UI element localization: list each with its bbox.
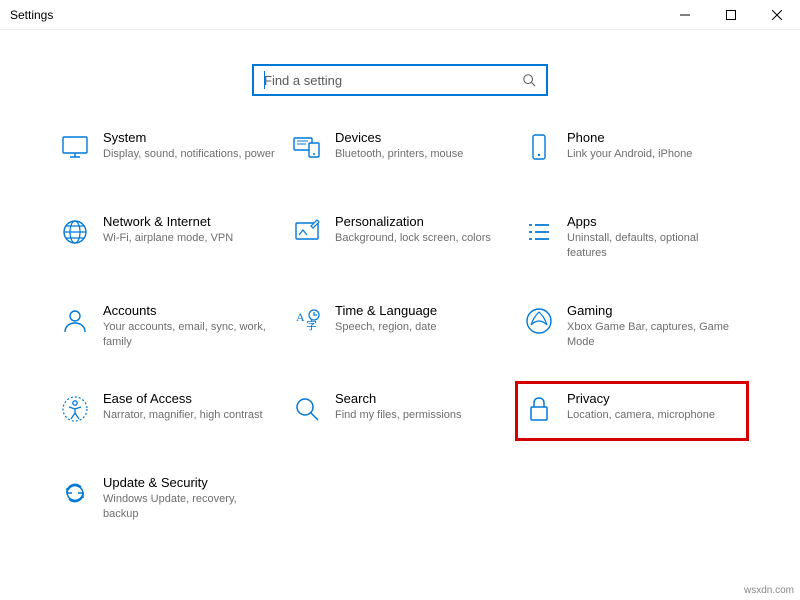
system-icon <box>57 130 93 166</box>
tile-title: Network & Internet <box>103 214 275 229</box>
tile-sub: Display, sound, notifications, power <box>103 147 275 162</box>
maximize-button[interactable] <box>708 0 754 29</box>
tile-sub: Your accounts, email, sync, work, family <box>103 320 275 350</box>
tile-time[interactable]: A字 Time & Language Speech, region, date <box>285 295 515 356</box>
personalization-icon <box>289 214 325 250</box>
tile-search[interactable]: Search Find my files, permissions <box>285 383 515 439</box>
phone-icon <box>521 130 557 166</box>
tile-title: Personalization <box>335 214 507 229</box>
tile-sub: Location, camera, microphone <box>567 408 739 423</box>
search-tile-icon <box>289 391 325 427</box>
settings-grid: System Display, sound, notifications, po… <box>0 122 800 528</box>
ease-of-access-icon <box>57 391 93 427</box>
gaming-icon <box>521 303 557 339</box>
tile-title: Time & Language <box>335 303 507 318</box>
tile-gaming[interactable]: Gaming Xbox Game Bar, captures, Game Mod… <box>517 295 747 356</box>
time-language-icon: A字 <box>289 303 325 339</box>
tile-title: Accounts <box>103 303 275 318</box>
tile-sub: Speech, region, date <box>335 320 507 335</box>
lock-icon <box>521 391 557 427</box>
tile-title: Apps <box>567 214 739 229</box>
titlebar: Settings <box>0 0 800 30</box>
search-icon <box>522 73 536 87</box>
tile-sub: Link your Android, iPhone <box>567 147 739 162</box>
minimize-button[interactable] <box>662 0 708 29</box>
tile-system[interactable]: System Display, sound, notifications, po… <box>53 122 283 178</box>
tile-ease[interactable]: Ease of Access Narrator, magnifier, high… <box>53 383 283 439</box>
tile-sub: Bluetooth, printers, mouse <box>335 147 507 162</box>
tile-network[interactable]: Network & Internet Wi-Fi, airplane mode,… <box>53 206 283 267</box>
tile-sub: Xbox Game Bar, captures, Game Mode <box>567 320 739 350</box>
search-input[interactable] <box>264 73 522 88</box>
tile-sub: Find my files, permissions <box>335 408 507 423</box>
tile-title: Devices <box>335 130 507 145</box>
window-title: Settings <box>10 8 53 22</box>
watermark: wsxdn.com <box>744 585 794 596</box>
tile-phone[interactable]: Phone Link your Android, iPhone <box>517 122 747 178</box>
tile-accounts[interactable]: Accounts Your accounts, email, sync, wor… <box>53 295 283 356</box>
tile-title: System <box>103 130 275 145</box>
search-box[interactable] <box>252 64 548 96</box>
tile-sub: Wi-Fi, airplane mode, VPN <box>103 231 275 246</box>
maximize-icon <box>726 10 736 20</box>
tile-update[interactable]: Update & Security Windows Update, recove… <box>53 467 283 528</box>
tile-title: Ease of Access <box>103 391 275 406</box>
text-caret <box>264 71 265 89</box>
tile-personalization[interactable]: Personalization Background, lock screen,… <box>285 206 515 267</box>
globe-icon <box>57 214 93 250</box>
window-controls <box>662 0 800 29</box>
tile-title: Phone <box>567 130 739 145</box>
tile-title: Privacy <box>567 391 739 406</box>
tile-sub: Background, lock screen, colors <box>335 231 507 246</box>
tile-sub: Uninstall, defaults, optional features <box>567 231 739 261</box>
search-area <box>0 64 800 96</box>
tile-title: Gaming <box>567 303 739 318</box>
tile-sub: Narrator, magnifier, high contrast <box>103 408 275 423</box>
tile-sub: Windows Update, recovery, backup <box>103 492 275 522</box>
tile-title: Update & Security <box>103 475 275 490</box>
update-icon <box>57 475 93 511</box>
close-icon <box>772 10 782 20</box>
tile-apps[interactable]: Apps Uninstall, defaults, optional featu… <box>517 206 747 267</box>
close-button[interactable] <box>754 0 800 29</box>
tile-devices[interactable]: Devices Bluetooth, printers, mouse <box>285 122 515 178</box>
accounts-icon <box>57 303 93 339</box>
apps-icon <box>521 214 557 250</box>
minimize-icon <box>680 10 690 20</box>
tile-title: Search <box>335 391 507 406</box>
devices-icon <box>289 130 325 166</box>
svg-text:A: A <box>296 310 305 324</box>
tile-privacy[interactable]: Privacy Location, camera, microphone <box>517 383 747 439</box>
